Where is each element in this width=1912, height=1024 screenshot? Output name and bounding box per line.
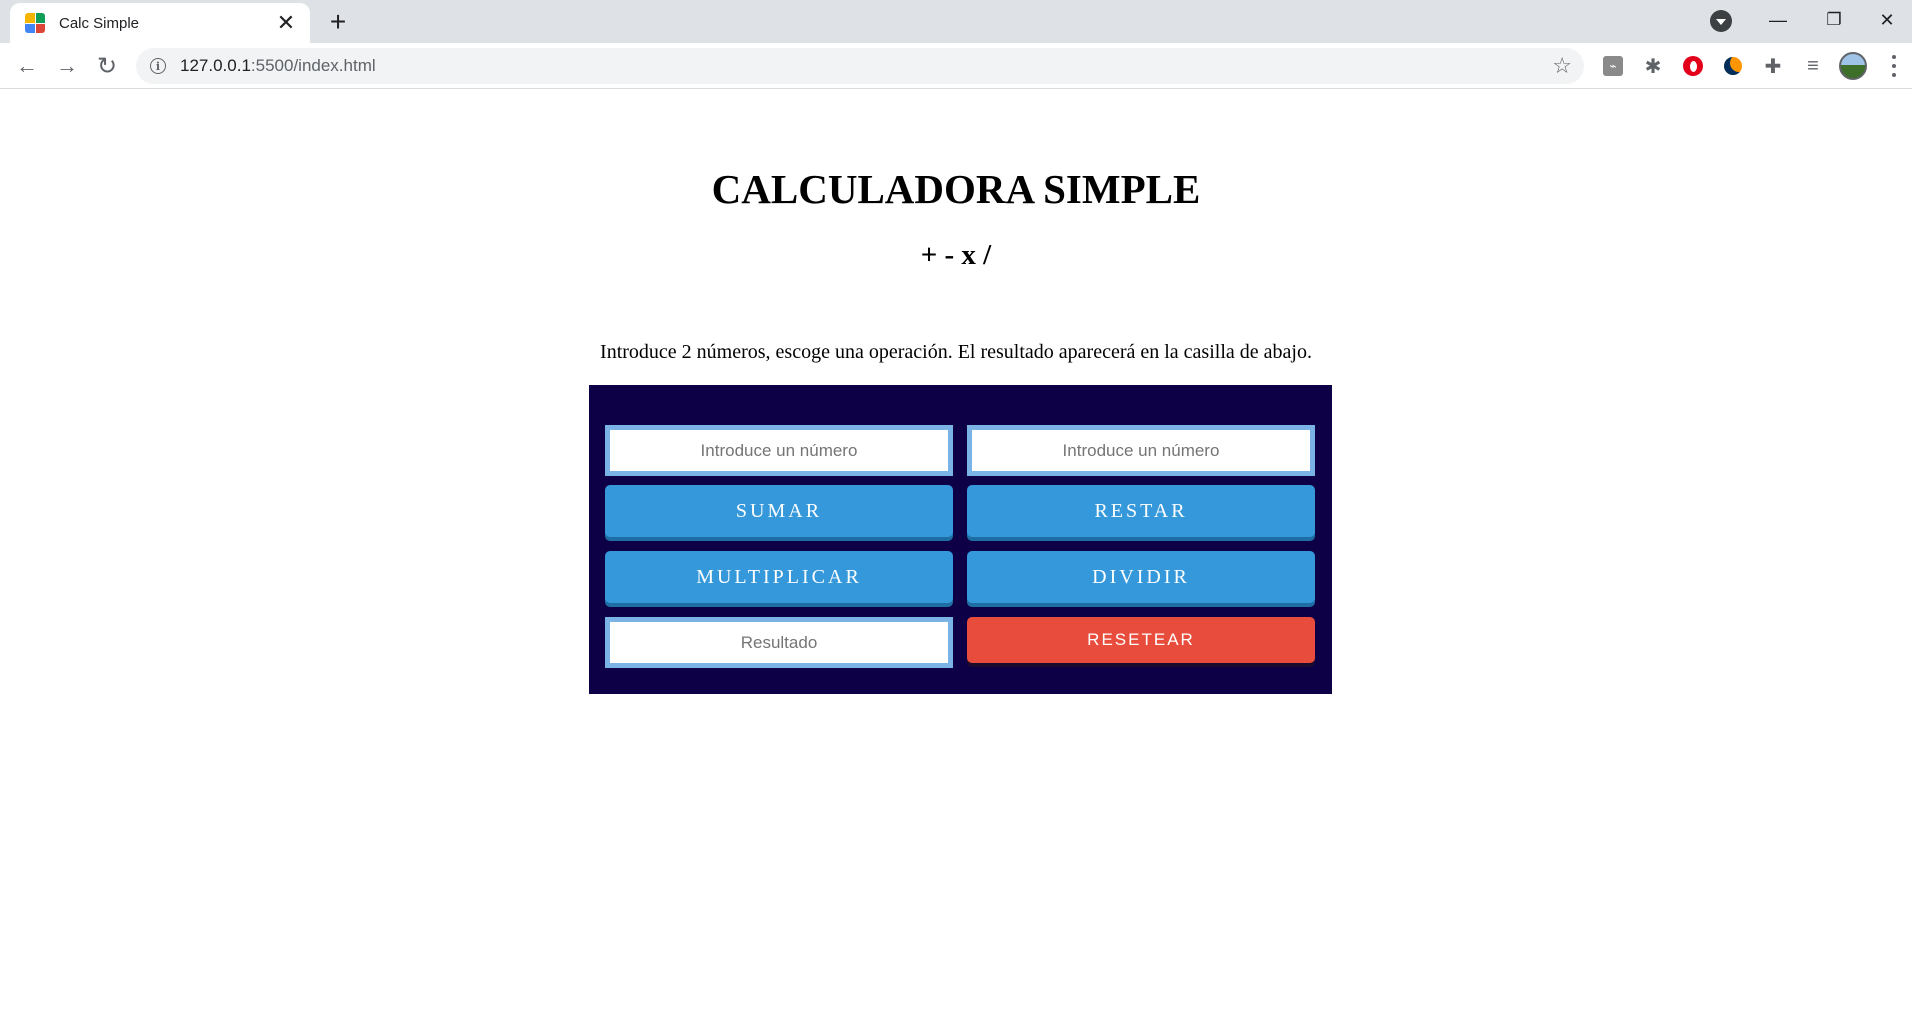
info-icon[interactable]: i — [150, 58, 166, 74]
number2-input[interactable] — [967, 425, 1315, 476]
new-tab-button[interactable]: + — [324, 8, 352, 36]
result-field[interactable] — [605, 617, 953, 668]
page-subtitle: + - x / — [920, 239, 992, 271]
url-text: 127.0.0.1:5500/index.html — [180, 56, 376, 75]
avatar[interactable] — [1837, 50, 1869, 82]
calculator-panel: SUMAR RESTAR MULTIPLICAR DIVIDIR RESETEA… — [589, 385, 1332, 694]
minimize-button[interactable]: — — [1750, 0, 1806, 40]
add-button[interactable]: SUMAR — [605, 485, 953, 537]
bug-extension-icon[interactable]: ✱ — [1641, 54, 1665, 78]
number1-input[interactable] — [605, 425, 953, 476]
reset-button[interactable]: RESETEAR — [967, 617, 1315, 663]
close-window-button[interactable]: ✕ — [1862, 0, 1912, 40]
instructions-text: Introduce 2 números, escoge una operació… — [600, 341, 1312, 363]
page-title: CALCULADORA SIMPLE — [711, 166, 1201, 212]
star-icon[interactable]: ☆ — [1552, 53, 1572, 79]
media-playlist-icon[interactable]: ≡ — [1801, 54, 1825, 78]
tab-strip: Calc Simple ✕ + — ❐ ✕ — [0, 0, 1912, 43]
pdf-extension-icon[interactable]: ⌁ — [1601, 54, 1625, 78]
tab-search-icon[interactable] — [1710, 10, 1732, 32]
tab-title: Calc Simple — [59, 14, 140, 32]
restore-button[interactable]: ❐ — [1806, 0, 1862, 40]
tab-close-icon[interactable]: ✕ — [274, 10, 298, 35]
back-arrow-icon[interactable]: ← — [12, 51, 42, 81]
reload-icon[interactable]: ↻ — [92, 51, 122, 81]
subtract-button[interactable]: RESTAR — [967, 485, 1315, 537]
page-content: CALCULADORA SIMPLE + - x / Introduce 2 n… — [0, 89, 1912, 1024]
forward-arrow-icon[interactable]: → — [52, 51, 82, 81]
browser-tab[interactable]: Calc Simple ✕ — [10, 3, 310, 43]
multiply-button[interactable]: MULTIPLICAR — [605, 551, 953, 603]
favicon-calculator-icon — [25, 13, 45, 33]
address-bar[interactable]: i 127.0.0.1:5500/index.html ☆ — [136, 48, 1584, 84]
more-icon[interactable] — [1884, 53, 1904, 79]
browser-toolbar: ← → ↻ i 127.0.0.1:5500/index.html ☆ ⌁ ✱ … — [0, 43, 1912, 89]
firefox-extension-icon[interactable] — [1721, 54, 1745, 78]
divide-button[interactable]: DIVIDIR — [967, 551, 1315, 603]
opera-extension-icon[interactable] — [1681, 54, 1705, 78]
puzzle-extensions-icon[interactable]: ✚ — [1761, 54, 1785, 78]
